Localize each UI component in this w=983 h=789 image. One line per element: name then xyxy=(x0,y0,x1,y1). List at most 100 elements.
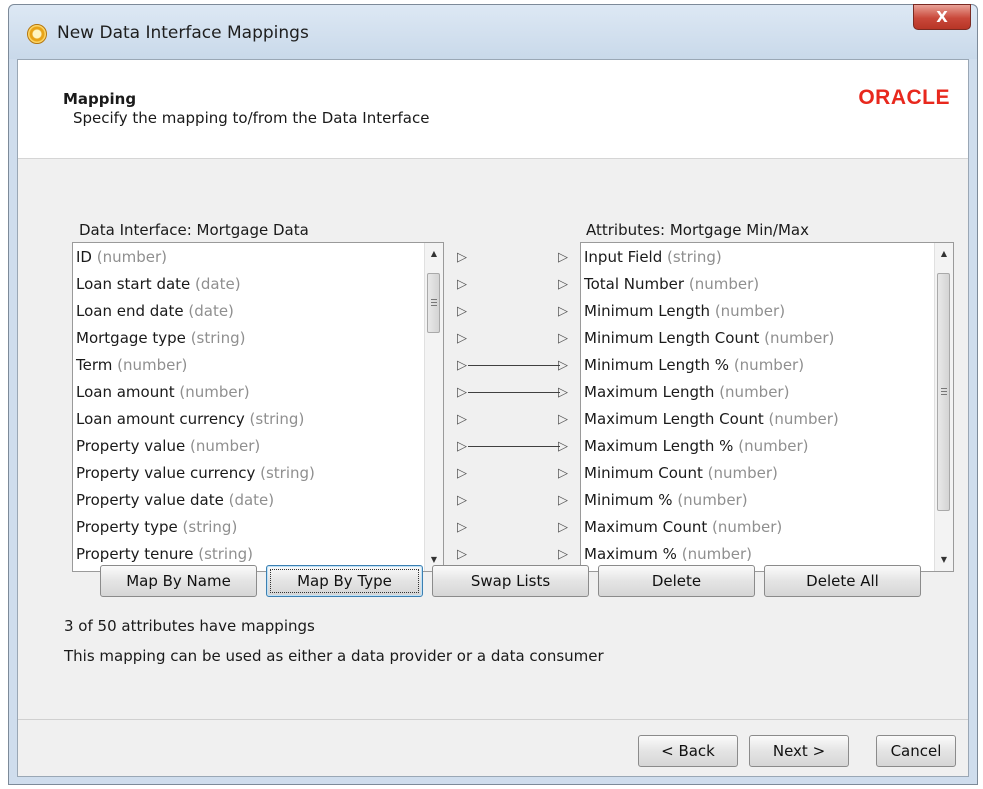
scroll-up-icon[interactable]: ▲ xyxy=(935,245,953,263)
left-connector-icon[interactable]: ▷ xyxy=(457,359,467,372)
mapping-line[interactable] xyxy=(468,392,560,393)
left-connector-icon[interactable]: ▷ xyxy=(457,521,467,534)
item-name: Maximum % xyxy=(584,545,677,563)
back-button[interactable]: < Back xyxy=(638,735,738,767)
item-name: Minimum Length % xyxy=(584,356,730,374)
list-item[interactable]: Loan start date (date) xyxy=(73,271,443,298)
left-connector-icon[interactable]: ▷ xyxy=(457,494,467,507)
right-connector-icon[interactable]: ▷ xyxy=(558,278,568,291)
item-type: (number) xyxy=(681,545,752,563)
item-name: Property type xyxy=(76,518,178,536)
list-item[interactable]: Loan end date (date) xyxy=(73,298,443,325)
scroll-thumb[interactable] xyxy=(427,273,440,333)
list-item[interactable]: Minimum Count (number) xyxy=(581,460,953,487)
list-item[interactable]: Property value (number) xyxy=(73,433,443,460)
right-connector-icon[interactable]: ▷ xyxy=(558,305,568,318)
item-name: Minimum Length xyxy=(584,302,711,320)
delete-button[interactable]: Delete xyxy=(598,565,755,597)
right-connector-icon[interactable]: ▷ xyxy=(558,521,568,534)
list-item[interactable]: Minimum % (number) xyxy=(581,487,953,514)
right-connector-icon[interactable]: ▷ xyxy=(558,494,568,507)
item-name: Loan amount currency xyxy=(76,410,245,428)
right-list[interactable]: Input Field (string) Total Number (number… xyxy=(580,242,954,572)
list-item[interactable]: Maximum Length % (number) xyxy=(581,433,953,460)
item-name: Maximum Length Count xyxy=(584,410,764,428)
item-type: (number) xyxy=(190,437,261,455)
list-item[interactable]: Loan amount currency (string) xyxy=(73,406,443,433)
item-name: Property value currency xyxy=(76,464,256,482)
item-type: (number) xyxy=(117,356,188,374)
close-button[interactable]: X xyxy=(913,4,971,30)
list-item[interactable]: Minimum Length Count (number) xyxy=(581,325,953,352)
item-type: (number) xyxy=(764,329,835,347)
list-item[interactable]: Term (number) xyxy=(73,352,443,379)
right-connector-icon[interactable]: ▷ xyxy=(558,467,568,480)
list-item[interactable]: Mortgage type (string) xyxy=(73,325,443,352)
item-name: Total Number xyxy=(584,275,685,293)
scroll-thumb[interactable] xyxy=(937,273,950,511)
right-connector-icon[interactable]: ▷ xyxy=(558,332,568,345)
item-name: Input Field xyxy=(584,248,663,266)
item-type: (number) xyxy=(714,302,786,320)
item-name: Mortgage type xyxy=(76,329,186,347)
left-connector-icon[interactable]: ▷ xyxy=(457,413,467,426)
item-type: (string) xyxy=(190,329,246,347)
left-connector-icon[interactable]: ▷ xyxy=(457,386,467,399)
right-connector-icon[interactable]: ▷ xyxy=(558,413,568,426)
item-type: (string) xyxy=(260,464,315,482)
list-item[interactable]: ID (number) xyxy=(73,244,443,271)
left-connector-icon[interactable]: ▷ xyxy=(457,251,467,264)
list-item[interactable]: Maximum Length Count (number) xyxy=(581,406,953,433)
list-item[interactable]: Maximum % (number) xyxy=(581,541,953,568)
oracle-logo: ORACLE xyxy=(858,86,950,109)
scroll-up-icon[interactable]: ▲ xyxy=(425,245,443,263)
item-type: (string) xyxy=(667,248,722,266)
item-type: (number) xyxy=(179,383,250,401)
item-type: (number) xyxy=(707,464,778,482)
left-connector-icon[interactable]: ▷ xyxy=(457,440,467,453)
right-scrollbar[interactable]: ▲ ▼ xyxy=(934,243,953,571)
list-item[interactable]: Maximum Length (number) xyxy=(581,379,953,406)
list-item[interactable]: Property value currency (string) xyxy=(73,460,443,487)
delete-all-button[interactable]: Delete All xyxy=(764,565,921,597)
list-item[interactable]: Property tenure (string) xyxy=(73,541,443,568)
map-by-type-button[interactable]: Map By Type xyxy=(266,565,423,597)
item-name: Minimum Count xyxy=(584,464,703,482)
list-item[interactable]: Minimum Length (number) xyxy=(581,298,953,325)
next-button[interactable]: Next > xyxy=(749,735,849,767)
list-item[interactable]: Property type (string) xyxy=(73,514,443,541)
list-item[interactable]: Loan amount (number) xyxy=(73,379,443,406)
right-connector-icon[interactable]: ▷ xyxy=(558,251,568,264)
left-scrollbar[interactable]: ▲ ▼ xyxy=(424,243,443,571)
mapping-count-text: 3 of 50 attributes have mappings xyxy=(64,617,315,635)
left-connector-icon[interactable]: ▷ xyxy=(457,548,467,561)
mapping-line[interactable] xyxy=(468,446,560,447)
item-name: Minimum % xyxy=(584,491,673,509)
map-by-name-button[interactable]: Map By Name xyxy=(100,565,257,597)
window-title: New Data Interface Mappings xyxy=(57,23,309,43)
item-type: (number) xyxy=(677,491,748,509)
item-type: (number) xyxy=(768,410,839,428)
list-item[interactable]: Property value date (date) xyxy=(73,487,443,514)
list-item[interactable]: Input Field (string) xyxy=(581,244,953,271)
left-list[interactable]: ID (number) Loan start date (date) Loan en… xyxy=(72,242,444,572)
left-connector-icon[interactable]: ▷ xyxy=(457,332,467,345)
list-item[interactable]: Minimum Length % (number) xyxy=(581,352,953,379)
left-connector-icon[interactable]: ▷ xyxy=(457,467,467,480)
right-list-label: Attributes: Mortgage Min/Max xyxy=(586,221,809,239)
item-name: Maximum Count xyxy=(584,518,708,536)
right-connector-icon[interactable]: ▷ xyxy=(558,548,568,561)
scroll-down-icon[interactable]: ▼ xyxy=(935,551,953,569)
item-type: (string) xyxy=(182,518,238,536)
mapping-line[interactable] xyxy=(468,365,560,366)
left-connector-icon[interactable]: ▷ xyxy=(457,305,467,318)
cancel-button[interactable]: Cancel xyxy=(876,735,956,767)
left-connector-icon[interactable]: ▷ xyxy=(457,278,467,291)
item-type: (date) xyxy=(195,275,241,293)
item-name: Property value xyxy=(76,437,186,455)
list-item[interactable]: Total Number (number) xyxy=(581,271,953,298)
list-item[interactable]: Maximum Count (number) xyxy=(581,514,953,541)
swap-lists-button[interactable]: Swap Lists xyxy=(432,565,589,597)
item-type: (number) xyxy=(96,248,168,266)
item-name: ID xyxy=(76,248,92,266)
